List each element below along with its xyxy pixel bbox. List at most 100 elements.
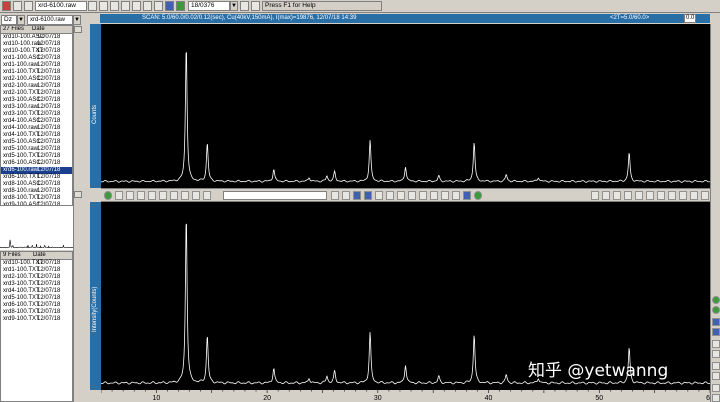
brush-icon[interactable] [441, 191, 449, 200]
list-item[interactable]: xrd6-100.ASC 12/07/18 [1, 160, 72, 167]
list-item[interactable]: xrd3-100.raw 12/07/18 [1, 104, 72, 111]
shrink-icon[interactable] [624, 191, 632, 200]
list-item[interactable]: xrd10-100.TXT 12/07/18 [1, 260, 72, 267]
search-icon[interactable] [110, 1, 119, 11]
chart-icon[interactable] [88, 1, 97, 11]
search-icon[interactable] [342, 191, 350, 200]
list-item[interactable]: xrd10-100.ASC 12/07/18 [1, 34, 72, 41]
list-item[interactable]: xrd8-100.ASC 12/07/18 [1, 181, 72, 188]
clock-icon[interactable] [408, 191, 416, 200]
fit-icon[interactable] [331, 191, 339, 200]
chevron-down-icon[interactable]: ▼ [230, 1, 238, 11]
target-icon[interactable] [679, 191, 687, 200]
help-icon[interactable] [712, 296, 720, 304]
list-item[interactable]: xrd8-100.raw 12/07/18 [1, 188, 72, 195]
file-combo[interactable]: 18/0376 [188, 1, 230, 11]
list-item[interactable]: xrd3-100.TXT 12/07/18 [1, 111, 72, 118]
list-item[interactable]: xrd5-100.TXT 12/07/18 [1, 153, 72, 160]
list-item[interactable]: xrd1-100.ASC 12/07/18 [1, 55, 72, 62]
zoom-in-icon[interactable] [657, 191, 665, 200]
list-item[interactable]: xrd5-100.ASC 12/07/18 [1, 139, 72, 146]
prev-icon[interactable] [137, 191, 145, 200]
list-item[interactable]: xrd4-100.raw 12/07/18 [1, 125, 72, 132]
list-item[interactable]: xrd9-100.TXT 12/07/18 [1, 316, 72, 323]
list-item[interactable]: xrd4-100.TXT 12/07/18 [1, 132, 72, 139]
list-item[interactable]: xrd3-100.ASC 12/07/18 [1, 97, 72, 104]
list-item[interactable]: xrd2-100.TXT 12/07/18 [1, 90, 72, 97]
overlay-icon[interactable] [170, 191, 178, 200]
settings-icon[interactable] [203, 191, 211, 200]
chevron-down-icon[interactable]: ▼ [73, 15, 81, 25]
profile-icon[interactable] [386, 191, 394, 200]
close-icon[interactable] [701, 191, 709, 200]
file-name-field[interactable]: xrd-6100.raw [35, 1, 87, 11]
pin-icon[interactable] [452, 191, 460, 200]
list-item[interactable]: xrd2-100.raw 12/07/18 [1, 83, 72, 90]
scale-icon[interactable] [159, 191, 167, 200]
close-icon[interactable] [115, 191, 123, 200]
drop-icon[interactable] [251, 1, 260, 11]
list-item[interactable]: xrd2-100.ASC 12/07/18 [1, 76, 72, 83]
print-icon[interactable] [240, 1, 249, 11]
list-item[interactable]: xrd5-100.raw 12/07/18 [1, 146, 72, 153]
cursor-icon[interactable] [397, 191, 405, 200]
list-item[interactable]: xrd10-100.raw 12/07/18 [1, 41, 72, 48]
label-icon[interactable] [375, 191, 383, 200]
date-column-header[interactable]: Date [32, 26, 45, 33]
close-icon[interactable] [2, 1, 11, 11]
help-icon[interactable] [712, 306, 720, 314]
list-item[interactable]: xrd6-100.TXT 12/07/18 [1, 302, 72, 309]
redo-icon[interactable] [132, 1, 141, 11]
scroll-right-icon[interactable] [602, 191, 610, 200]
list-item[interactable]: xrd1-100.TXT 12/07/18 [1, 267, 72, 274]
list-item[interactable]: xrd2-100.TXT 12/07/18 [1, 274, 72, 281]
list-item[interactable]: xrd4-100.ASC 12/07/18 [1, 118, 72, 125]
refresh-icon[interactable] [154, 1, 163, 11]
zoom-out-icon[interactable] [668, 191, 676, 200]
square-icon[interactable] [463, 191, 471, 200]
date-column-header[interactable]: Date [33, 252, 46, 259]
peak-icon[interactable] [353, 191, 361, 200]
list-item[interactable]: xrd1-100.TXT 12/07/18 [1, 69, 72, 76]
c-icon[interactable] [430, 191, 438, 200]
list-item[interactable]: xrd10-100.TXT 12/07/18 [1, 48, 72, 55]
zoom-out-icon[interactable] [712, 372, 720, 380]
zoom-in-icon[interactable] [712, 362, 720, 370]
info-icon[interactable] [165, 1, 174, 11]
bars-icon[interactable] [364, 191, 372, 200]
help-icon[interactable] [474, 191, 482, 200]
table-icon[interactable] [192, 191, 200, 200]
current-file-select[interactable]: xrd-6100.raw [27, 15, 73, 25]
left-scrollbar[interactable] [73, 25, 82, 402]
undo-icon[interactable] [121, 1, 130, 11]
list-item[interactable]: xrd6-100.raw 12/07/18 [1, 167, 72, 174]
top-pattern-plot[interactable] [100, 24, 711, 188]
up-icon[interactable] [635, 191, 643, 200]
up-icon[interactable] [712, 340, 720, 348]
down-icon[interactable] [646, 191, 654, 200]
shrink-h-icon[interactable] [712, 328, 720, 336]
reset-icon[interactable] [690, 191, 698, 200]
list-item[interactable]: xrd6-100.TXT 12/07/18 [1, 174, 72, 181]
peak-icon[interactable] [99, 1, 108, 11]
zoom-field[interactable]: 0.0 [684, 14, 696, 23]
scroll-left-icon[interactable] [591, 191, 599, 200]
folder-icon[interactable] [24, 1, 33, 11]
help-icon[interactable] [104, 191, 112, 200]
list-item[interactable]: xrd8-100.TXT 12/07/18 [1, 195, 72, 202]
open-file-icon[interactable] [13, 1, 22, 11]
collapse-icon[interactable] [74, 191, 82, 198]
close-panel-icon[interactable] [74, 26, 82, 33]
list-item[interactable]: xrd1-100.raw 12/07/18 [1, 62, 72, 69]
list-icon[interactable] [181, 191, 189, 200]
down-icon[interactable] [712, 350, 720, 358]
chevron-down-icon[interactable]: ▼ [17, 15, 25, 25]
command-input[interactable] [223, 191, 327, 200]
pie-icon[interactable] [419, 191, 427, 200]
fit-icon[interactable] [712, 384, 720, 392]
first-icon[interactable] [126, 191, 134, 200]
grid-icon[interactable] [148, 191, 156, 200]
expand-icon[interactable] [613, 191, 621, 200]
zoom-icon[interactable] [143, 1, 152, 11]
list-item[interactable]: xrd8-100.TXT 12/07/18 [1, 309, 72, 316]
